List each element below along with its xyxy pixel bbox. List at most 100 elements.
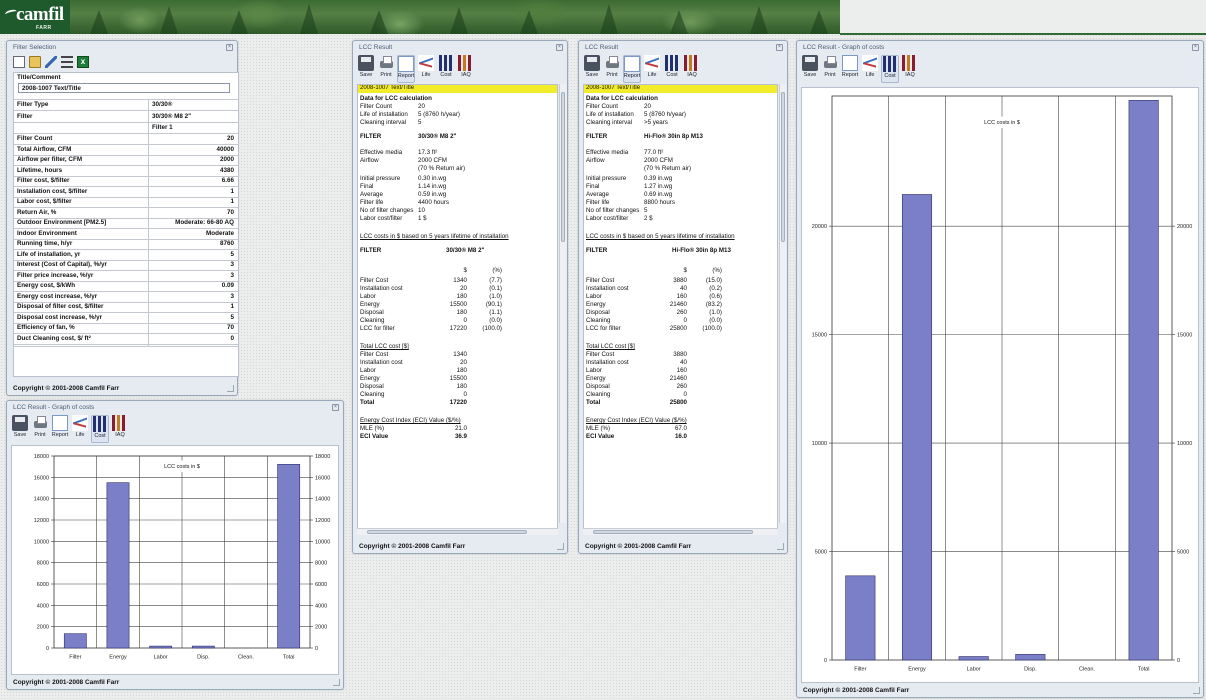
report-icon [624,56,640,72]
param-row[interactable]: Filter Count 20 [14,135,238,143]
cost-value: 20 [460,285,467,292]
param-value[interactable]: 1 [230,303,234,310]
param-row[interactable]: Disposal cost increase, %/yr 5 [14,314,238,322]
param-row[interactable]: Filter cost, $/filter 6.66 [14,177,238,185]
close-icon[interactable]: × [556,44,563,51]
resize-grip[interactable] [1193,687,1200,694]
param-value[interactable]: 3 [230,293,234,300]
iaq-button[interactable]: IAQ [457,55,475,83]
param-value[interactable]: 3 [230,261,234,268]
cost-button[interactable]: Cost [91,415,109,443]
tools-icon[interactable] [45,56,57,68]
title-comment-input[interactable]: 2008-1007 Text/Title [18,83,230,93]
param-value[interactable]: 0.09 [222,282,234,289]
iaq-icon [458,55,474,71]
vertical-scrollbar[interactable] [779,84,786,523]
cost-button[interactable]: Cost [663,55,681,83]
iaq-button[interactable]: IAQ [901,55,919,83]
close-icon[interactable]: × [332,404,339,411]
param-value[interactable]: 8760 [220,240,234,247]
param-value[interactable]: 6.66 [222,177,234,184]
horizontal-scrollbar[interactable] [583,528,778,535]
param-value[interactable]: 1 [230,188,234,195]
save-icon [12,415,28,431]
param-value[interactable]: 0 [230,335,234,342]
close-icon[interactable]: × [1192,44,1199,51]
open-folder-icon[interactable] [29,56,41,68]
param-value[interactable]: 70 [227,324,234,331]
save-button[interactable]: Save [357,55,375,83]
param-row[interactable]: Running time, h/yr 8760 [14,240,238,248]
param-row[interactable]: Filter price increase, %/yr 3 [14,272,238,280]
x-tick-label: Labor [967,667,981,673]
excel-export-icon[interactable]: x [77,56,89,68]
print-button[interactable]: Print [31,415,49,443]
horizontal-scrollbar[interactable] [357,528,558,535]
close-icon[interactable]: × [776,44,783,51]
filter-type-select[interactable]: 30/30® [152,101,172,108]
filter-selection-window[interactable]: Filter Selection × x Title/Comment 2008-… [6,40,239,396]
cost-button[interactable]: Cost [881,55,899,83]
param-value[interactable]: 20 [227,135,234,142]
param-row[interactable]: Installation cost, $/filter 1 [14,188,238,196]
report-button[interactable]: Report [397,55,415,83]
param-row[interactable]: Total Airflow, CFM 40000 [14,146,238,154]
param-row[interactable]: Return Air, % 70 [14,209,238,217]
param-row[interactable]: Life of installation, yr 5 [14,251,238,259]
resize-grip[interactable] [557,543,564,550]
lcc-result-window-2[interactable]: LCC Result × Save Print Report Life Cost IAQ … [578,40,788,554]
vertical-scrollbar[interactable] [559,84,566,523]
close-icon[interactable]: × [226,44,233,51]
param-value[interactable]: 3 [230,272,234,279]
mle-label: MLE (%) [360,425,385,432]
life-button[interactable]: Life [417,55,435,83]
param-row[interactable]: Disposal of filter cost, $/filter 1 [14,303,238,311]
param-value[interactable]: Moderate [206,230,234,237]
print-button[interactable]: Print [821,55,839,83]
param-row[interactable]: Lifetime, hours 4380 [14,167,238,175]
param-value[interactable]: 70 [227,209,234,216]
param-row[interactable]: Labor cost, $/filter 1 [14,198,238,206]
resize-grip[interactable] [227,385,234,392]
param-row[interactable]: Airflow per filter, CFM 2000 [14,156,238,164]
resize-grip[interactable] [777,543,784,550]
cost-button[interactable]: Cost [437,55,455,83]
save-button[interactable]: Save [11,415,29,443]
iaq-button[interactable]: IAQ [111,415,129,443]
save-label: Save [585,72,599,78]
report-button[interactable]: Report [51,415,69,443]
param-row[interactable]: Duct Cleaning cost, $/ ft² 0 [14,335,238,343]
eci-value: 36.9 [454,433,467,440]
graph-window-small[interactable]: LCC Result - Graph of costs × Save Print R… [6,400,344,690]
param-row[interactable]: Energy cost increase, %/yr 3 [14,293,238,301]
life-button[interactable]: Life [71,415,89,443]
save-button[interactable]: Save [583,55,601,83]
param-value[interactable]: 4380 [220,167,234,174]
labor-cost-value: 2 $ [644,215,653,222]
save-button[interactable]: Save [801,55,819,83]
print-button[interactable]: Print [603,55,621,83]
param-value[interactable]: 5 [230,314,234,321]
param-value[interactable]: 2000 [220,156,234,163]
sort-filter-icon[interactable] [61,56,73,68]
param-row[interactable]: Interest (Cost of Capital), %/yr 3 [14,261,238,269]
print-button[interactable]: Print [377,55,395,83]
filter-select[interactable]: 30/30® M8 2" [152,113,191,120]
new-file-icon[interactable] [13,56,25,68]
param-value[interactable]: Moderate: 66-80 AQ [175,219,234,226]
report-button[interactable]: Report [623,55,641,83]
param-row[interactable]: Efficiency of fan, % 70 [14,324,238,332]
param-value[interactable]: 5 [230,251,234,258]
graph-window-large[interactable]: LCC Result - Graph of costs × Save Print R… [796,40,1204,698]
report-button[interactable]: Report [841,55,859,83]
lcc-result-window-1[interactable]: LCC Result × Save Print Report Life Cost IAQ … [352,40,568,554]
param-row[interactable]: Indoor Environment Moderate [14,230,238,238]
life-button[interactable]: Life [861,55,879,83]
param-row[interactable]: Energy cost, $/kWh 0.09 [14,282,238,290]
param-value[interactable]: 1 [230,198,234,205]
life-button[interactable]: Life [643,55,661,83]
param-value[interactable]: 40000 [216,146,234,153]
iaq-button[interactable]: IAQ [683,55,701,83]
param-row[interactable]: Outdoor Environment [PM2.5] Moderate: 66-… [14,219,238,227]
resize-grip[interactable] [333,679,340,686]
